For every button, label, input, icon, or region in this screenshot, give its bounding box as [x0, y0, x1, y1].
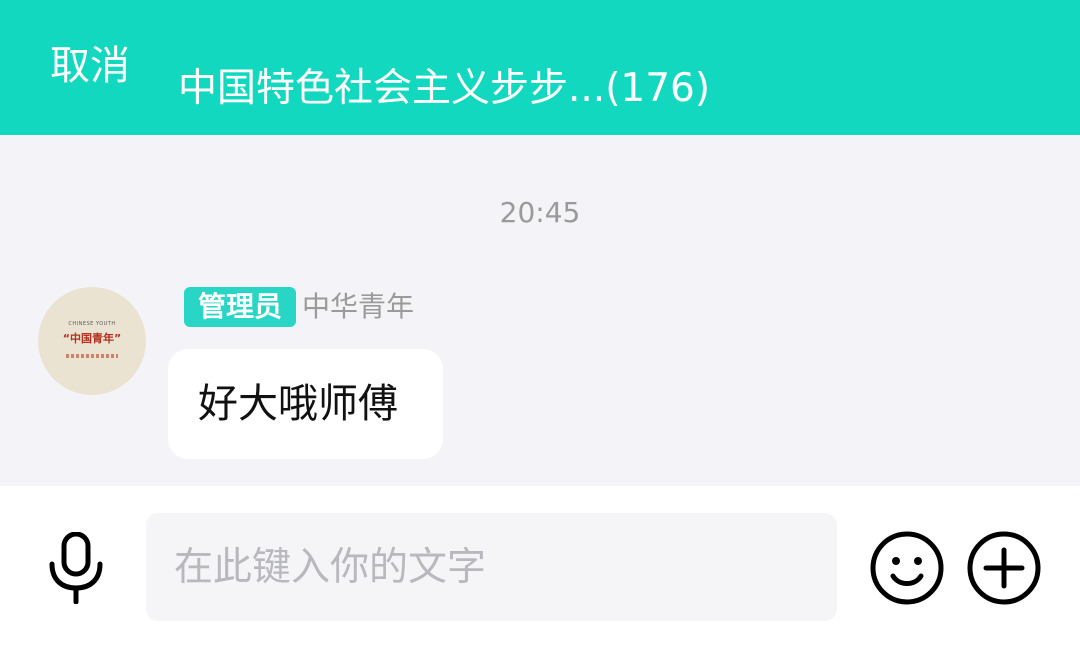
- emoji-icon[interactable]: [869, 530, 945, 606]
- cancel-button[interactable]: 取消: [50, 40, 130, 92]
- message-input[interactable]: [146, 513, 837, 621]
- message-list[interactable]: 20:45 CHINESE YOUTH “中国青年” 管理员 中华青年 好大哦师…: [0, 135, 1080, 486]
- chat-title: 中国特色社会主义步步...(176): [178, 66, 711, 111]
- plus-icon[interactable]: [966, 530, 1042, 606]
- avatar-main-text: “中国青年”: [62, 332, 122, 345]
- admin-badge: 管理员: [184, 287, 296, 327]
- message-text: 好大哦师傅: [198, 381, 398, 427]
- microphone-icon[interactable]: [44, 531, 108, 605]
- input-bar: [0, 486, 1080, 648]
- sender-name: 中华青年: [302, 290, 415, 323]
- avatar-top-text: CHINESE YOUTH: [68, 321, 116, 327]
- message-timestamp: 20:45: [499, 196, 581, 229]
- avatar-decoration: [66, 354, 118, 358]
- avatar[interactable]: CHINESE YOUTH “中国青年”: [38, 287, 146, 395]
- message-bubble[interactable]: 好大哦师傅: [168, 349, 443, 459]
- chat-header: 取消 中国特色社会主义步步...(176): [0, 0, 1080, 135]
